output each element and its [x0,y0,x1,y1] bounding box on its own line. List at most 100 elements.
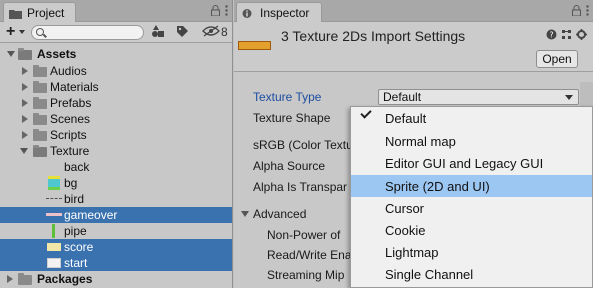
non-power-of-2-label: Non-Power of [267,228,341,242]
menu-item-label: Normal map [385,134,456,149]
menu-item-editor-gui[interactable]: Editor GUI and Legacy GUI [351,152,592,174]
expand-caret[interactable] [7,275,13,283]
tree-item-scenes[interactable]: Scenes [0,111,232,127]
tree-item-texture[interactable]: Texture [0,143,232,159]
gear-icon[interactable] [576,29,587,43]
tree-item-label: Packages [37,272,93,286]
expand-caret[interactable] [22,99,28,107]
menu-item-label: Single Channel [385,267,474,282]
hidden-visibility-icon[interactable] [202,25,220,40]
tree-item-pipe[interactable]: pipe [0,223,232,239]
texture-thumbnail-icon [48,161,60,173]
srgb-label: sRGB (Color Textu [253,138,353,152]
tree-item-assets[interactable]: Assets [0,46,232,62]
tree-item-back[interactable]: back [0,159,232,175]
menu-item-label: Cookie [385,223,426,238]
tree-item-label: score [64,240,94,254]
tree-item-label: Texture [50,144,90,158]
tree-item-label: Materials [50,80,99,94]
inspector-tabbar: Inspector [234,0,593,23]
menu-item-label: Editor GUI and Legacy GUI [385,156,544,171]
menu-item-default[interactable]: Default [351,107,592,129]
menu-item-label: Sprite (2D and UI) [385,179,490,194]
tree-item-label: pipe [64,224,87,238]
alpha-is-transparency-label: Alpha Is Transpar [253,180,348,194]
texture-type-dropdown[interactable]: Default [378,89,579,105]
plus-icon[interactable]: + [6,23,15,41]
folder-icon [33,145,47,157]
open-button[interactable]: Open [536,50,578,68]
tree-item-label: Scenes [50,112,91,126]
alpha-source-label: Alpha Source [253,159,326,173]
help-icon[interactable]: ? [546,29,557,43]
tree-item-start[interactable]: start [0,255,232,271]
inspector-tab[interactable]: Inspector [236,2,322,23]
filter-by-label-icon[interactable] [176,25,189,41]
tree-item-materials[interactable]: Materials [0,79,232,95]
tree-item-label: Audios [50,64,87,78]
folder-icon [33,129,47,141]
tree-item-label: Assets [37,47,77,61]
advanced-foldout-caret[interactable] [241,211,249,217]
tree-item-bg[interactable]: bg [0,175,232,191]
expand-caret[interactable] [20,148,28,154]
inspector-tab-label: Inspector [260,6,310,20]
menu-item-label: Default [385,111,427,126]
menu-item-lightmap[interactable]: Lightmap [351,241,592,263]
menu-icon[interactable] [586,5,589,19]
folder-icon [33,97,47,109]
page-title: 3 Texture 2Ds Import Settings [281,28,466,44]
tree-item-label: bg [64,176,78,190]
expand-caret[interactable] [7,51,15,57]
advanced-foldout-label[interactable]: Advanced [253,207,306,221]
tree-item-label: Scripts [50,128,87,142]
expand-caret[interactable] [22,115,28,123]
menu-item-cursor[interactable]: Cursor [351,197,592,219]
expand-caret[interactable] [22,83,28,91]
menu-item-normal-map[interactable]: Normal map [351,130,592,152]
hidden-count: 8 [221,25,228,39]
texture-thumbnail-icon [48,176,60,190]
inspector-tab-icon [242,8,255,19]
tree-item-score[interactable]: score [0,239,232,255]
search-icon [36,28,44,36]
project-tab-label: Project [27,6,65,20]
read-write-label: Read/Write Ena [267,248,352,262]
tree-item-audios[interactable]: Audios [0,63,232,79]
texture-thumbnail-icon [46,198,62,199]
tree-item-prefabs[interactable]: Prefabs [0,95,232,111]
folder-icon [18,48,32,60]
lock-icon[interactable] [572,5,581,19]
filter-by-type-icon[interactable] [151,25,165,41]
project-tab-icon [9,8,22,19]
tree-item-label: gameover [64,208,118,222]
inspector-header: 3 Texture 2Ds Import Settings ? Open [234,22,593,72]
tree-item-label: back [64,160,90,174]
tree-item-label: Prefabs [50,96,92,110]
texture-thumbnail-icon [46,213,62,216]
expand-caret[interactable] [22,67,28,75]
menu-icon[interactable] [225,5,228,19]
lock-icon[interactable] [211,5,220,19]
texture-shape-label: Texture Shape [253,111,331,125]
menu-item-sprite[interactable]: Sprite (2D and UI) [351,175,592,197]
folder-icon [33,113,47,125]
expand-caret[interactable] [22,131,28,139]
check-icon [360,107,372,119]
texture-type-value: Default [383,90,422,104]
texture-thumbnail-icon [52,224,55,238]
menu-item-single-channel[interactable]: Single Channel [351,263,592,285]
tree-item-scripts[interactable]: Scripts [0,127,232,143]
create-dropdown-caret[interactable] [19,30,25,34]
menu-item-label: Cursor [385,201,425,216]
texture-preview-icon [238,41,271,50]
tree-item-gameover[interactable]: gameover [0,207,232,223]
preset-icon[interactable] [561,29,572,43]
tree-item-bird[interactable]: bird [0,191,232,207]
folder-icon [18,273,32,285]
project-tab[interactable]: Project [3,2,76,23]
menu-item-cookie[interactable]: Cookie [351,219,592,241]
tree-item-packages[interactable]: Packages [0,271,232,287]
search-input[interactable] [31,25,144,40]
streaming-mip-label: Streaming Mip [267,268,345,282]
